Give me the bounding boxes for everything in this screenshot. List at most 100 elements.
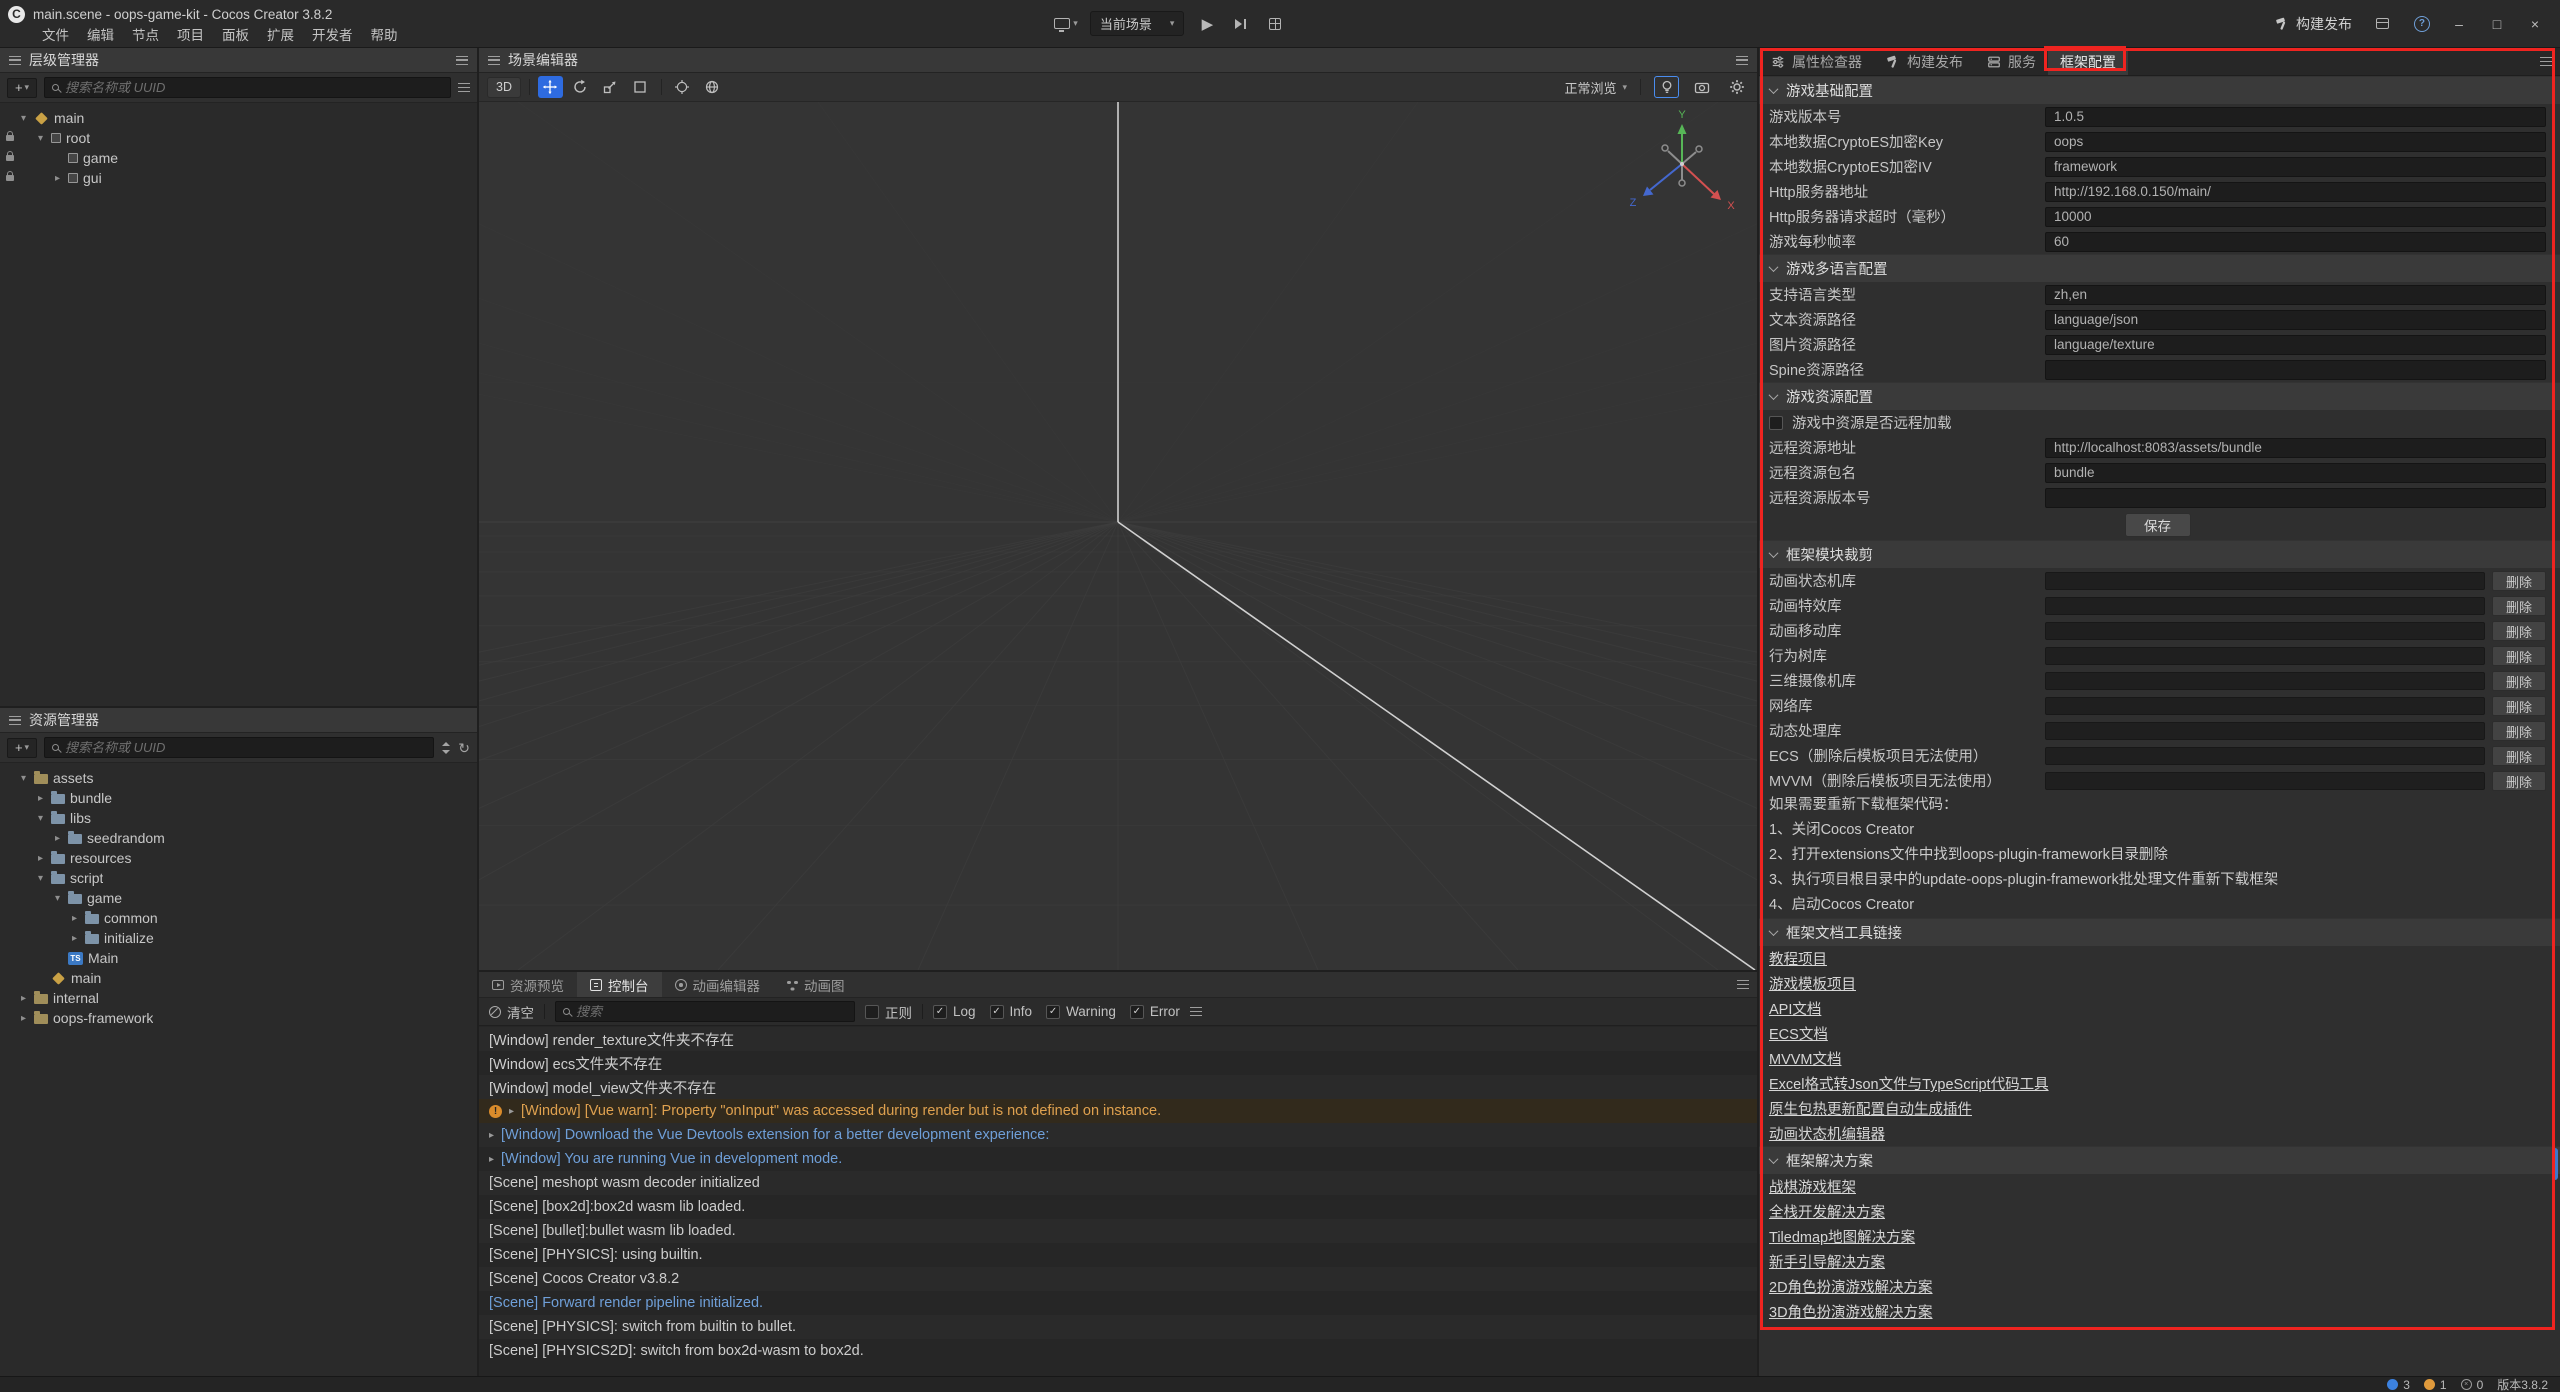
sort-icon[interactable]: [441, 742, 451, 754]
error-count[interactable]: × 0: [2461, 1378, 2484, 1392]
console-search-input[interactable]: [576, 1004, 847, 1019]
doc-link[interactable]: 3D角色扮演游戏解决方案: [1769, 1301, 1933, 1322]
text-input[interactable]: 10000: [2045, 207, 2546, 227]
close-button[interactable]: ×: [2526, 16, 2544, 32]
help-icon[interactable]: ?: [2414, 16, 2430, 32]
log-filter-checkbox[interactable]: ✓Warning: [1046, 1004, 1116, 1019]
scrollbar-thumb[interactable]: [2552, 1148, 2558, 1180]
text-input[interactable]: 60: [2045, 232, 2546, 252]
delete-button[interactable]: 删除: [2492, 721, 2546, 741]
tree-node[interactable]: ▸oops-framework: [0, 1008, 477, 1028]
expand-arrow-icon[interactable]: ▸: [489, 1130, 494, 1141]
panel-options-icon[interactable]: [1736, 56, 1748, 65]
inspector-tab[interactable]: 构建发布: [1874, 48, 1975, 75]
assets-search-input[interactable]: [65, 740, 426, 755]
scene-viewport[interactable]: Y X Z: [479, 102, 1757, 970]
package-button[interactable]: [2372, 12, 2394, 36]
doc-link[interactable]: Excel格式转Json文件与TypeScript代码工具: [1769, 1073, 2049, 1094]
doc-link[interactable]: 新手引导解决方案: [1769, 1251, 1885, 1272]
coordinate-toggle-button[interactable]: [700, 76, 725, 98]
transform-rect-button[interactable]: [628, 76, 653, 98]
log-row[interactable]: [Scene] [bullet]:bullet wasm lib loaded.: [479, 1219, 1757, 1243]
expand-arrow-icon[interactable]: ▾: [35, 873, 46, 884]
hierarchy-search[interactable]: [44, 77, 451, 98]
create-asset-button[interactable]: +▾: [7, 738, 37, 758]
expand-arrow-icon[interactable]: ▸: [35, 793, 46, 804]
delete-button[interactable]: 删除: [2492, 746, 2546, 766]
doc-link[interactable]: 2D角色扮演游戏解决方案: [1769, 1276, 1933, 1297]
build-publish-button[interactable]: 构建发布: [2275, 14, 2352, 34]
doc-link[interactable]: ECS文档: [1769, 1023, 1828, 1044]
view-mode-select[interactable]: 正常浏览 ▾: [1564, 78, 1627, 97]
doc-link[interactable]: 教程项目: [1769, 948, 1827, 969]
log-row[interactable]: !▸[Window] [Vue warn]: Property "onInput…: [479, 1099, 1757, 1123]
panel-options-icon[interactable]: [456, 56, 468, 65]
lock-icon[interactable]: [6, 155, 14, 161]
menu-item[interactable]: 编辑: [78, 25, 123, 47]
section-header[interactable]: 游戏资源配置: [1759, 382, 2560, 410]
lock-icon[interactable]: [6, 135, 14, 141]
log-filter-checkbox[interactable]: ✓Error: [1130, 1004, 1180, 1019]
delete-button[interactable]: 删除: [2492, 696, 2546, 716]
tree-node[interactable]: ▾game: [0, 888, 477, 908]
tree-node[interactable]: TSMain: [0, 948, 477, 968]
text-input[interactable]: 1.0.5: [2045, 107, 2546, 127]
log-filter-checkbox[interactable]: ✓Info: [990, 1004, 1033, 1019]
expand-arrow-icon[interactable]: ▾: [52, 893, 63, 904]
expand-arrow-icon[interactable]: ▾: [18, 773, 29, 784]
tree-node[interactable]: ▸resources: [0, 848, 477, 868]
expand-arrow-icon[interactable]: ▾: [18, 113, 29, 124]
delete-button[interactable]: 删除: [2492, 771, 2546, 791]
scene-select[interactable]: 当前场景 ▾: [1090, 11, 1185, 36]
section-header[interactable]: 框架解决方案: [1759, 1146, 2560, 1174]
text-input[interactable]: zh,en: [2045, 285, 2546, 305]
expand-arrow-icon[interactable]: ▾: [35, 133, 46, 144]
log-row[interactable]: [Scene] [PHYSICS]: using builtin.: [479, 1243, 1757, 1267]
log-row[interactable]: [Window] model_view文件夹不存在: [479, 1075, 1757, 1099]
text-input[interactable]: [2045, 488, 2546, 508]
layout-button[interactable]: [1264, 12, 1286, 36]
doc-link[interactable]: Tiledmap地图解决方案: [1769, 1226, 1915, 1247]
info-count[interactable]: 3: [2387, 1378, 2410, 1392]
pivot-toggle-button[interactable]: [670, 76, 695, 98]
console-tab[interactable]: 资源预览: [479, 972, 577, 997]
delete-button[interactable]: 删除: [2492, 596, 2546, 616]
refresh-icon[interactable]: ↻: [458, 741, 470, 755]
delete-button[interactable]: 删除: [2492, 571, 2546, 591]
tree-node[interactable]: game: [0, 148, 477, 168]
menu-item[interactable]: 项目: [168, 25, 213, 47]
menu-item[interactable]: 扩展: [258, 25, 303, 47]
doc-link[interactable]: 动画状态机编辑器: [1769, 1123, 1885, 1144]
panel-options-icon[interactable]: [2540, 57, 2552, 66]
word-wrap-icon[interactable]: [1190, 1007, 1202, 1016]
panel-menu-icon[interactable]: [9, 716, 21, 725]
hierarchy-search-input[interactable]: [65, 80, 443, 95]
inspector-tab[interactable]: 属性检查器: [1759, 48, 1874, 75]
camera-settings-button[interactable]: [1689, 76, 1714, 98]
assets-search[interactable]: [44, 737, 434, 758]
console-tab[interactable]: 动画图: [773, 972, 858, 997]
clear-console-button[interactable]: 清空: [489, 1002, 534, 1022]
tree-node[interactable]: ▾libs: [0, 808, 477, 828]
menu-item[interactable]: 帮助: [362, 25, 407, 47]
tree-node[interactable]: ▸bundle: [0, 788, 477, 808]
transform-rotate-button[interactable]: [568, 76, 593, 98]
log-row[interactable]: [Scene] meshopt wasm decoder initialized: [479, 1171, 1757, 1195]
scene-gizmo[interactable]: Y X Z: [1618, 106, 1757, 226]
delete-button[interactable]: 删除: [2492, 646, 2546, 666]
text-input[interactable]: http://192.168.0.150/main/: [2045, 182, 2546, 202]
log-row[interactable]: [Window] render_texture文件夹不存在: [479, 1027, 1757, 1051]
inspector-tab[interactable]: 框架配置: [2048, 48, 2128, 75]
text-input[interactable]: bundle: [2045, 463, 2546, 483]
expand-arrow-icon[interactable]: ▸: [69, 913, 80, 924]
console-search[interactable]: [555, 1001, 855, 1022]
light-toggle-button[interactable]: [1654, 76, 1679, 98]
preview-device-button[interactable]: ▾: [1054, 12, 1078, 36]
tree-node[interactable]: ▸internal: [0, 988, 477, 1008]
text-input[interactable]: framework: [2045, 157, 2546, 177]
transform-scale-button[interactable]: [598, 76, 623, 98]
tree-node[interactable]: ▾root: [0, 128, 477, 148]
expand-arrow-icon[interactable]: ▸: [52, 173, 63, 184]
collapse-all-icon[interactable]: [458, 83, 470, 92]
doc-link[interactable]: 原生包热更新配置自动生成插件: [1769, 1098, 1972, 1119]
